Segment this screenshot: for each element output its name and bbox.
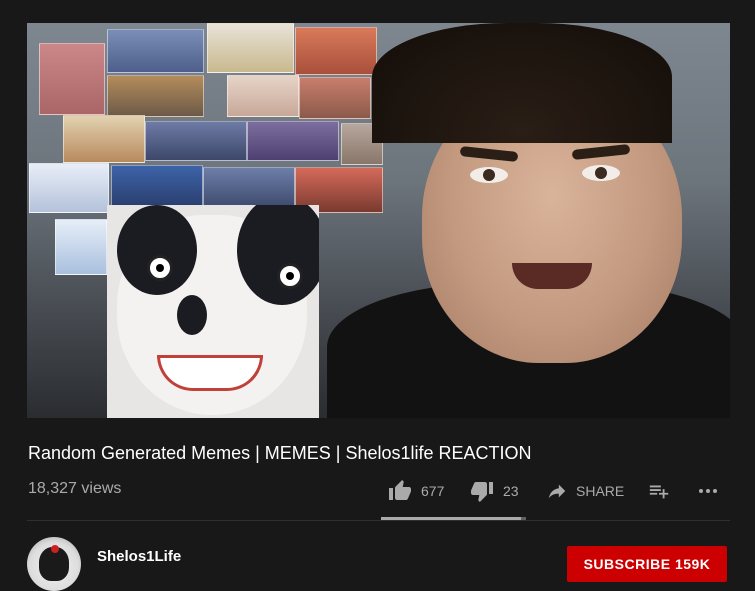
share-label: SHARE: [576, 483, 625, 499]
more-horizontal-icon: [696, 479, 720, 503]
like-count: 677: [421, 483, 445, 499]
share-arrow-icon: [546, 480, 568, 502]
dislike-button[interactable]: 23: [470, 478, 519, 504]
subscribe-button[interactable]: SUBSCRIBE 159K: [567, 546, 727, 582]
thumbs-up-icon: [388, 479, 412, 503]
subscribe-label: SUBSCRIBE: [583, 556, 671, 572]
share-button[interactable]: SHARE: [546, 478, 624, 504]
add-to-playlist-icon: [648, 480, 670, 502]
more-actions-button[interactable]: [696, 478, 720, 504]
cow-meme-overlay: [107, 205, 319, 418]
dislike-count: 23: [503, 483, 519, 499]
view-count: 18,327 views: [28, 480, 122, 497]
channel-avatar[interactable]: [27, 537, 81, 591]
video-title: Random Generated Memes | MEMES | Shelos1…: [28, 443, 532, 463]
save-button[interactable]: [648, 478, 670, 504]
divider: [27, 520, 730, 521]
thumbs-down-icon: [470, 479, 494, 503]
channel-name[interactable]: Shelos1Life: [97, 548, 181, 565]
like-button[interactable]: 677: [388, 478, 444, 504]
video-player[interactable]: [27, 23, 730, 418]
subscriber-count: 159K: [674, 556, 711, 572]
person-hair: [372, 23, 672, 143]
